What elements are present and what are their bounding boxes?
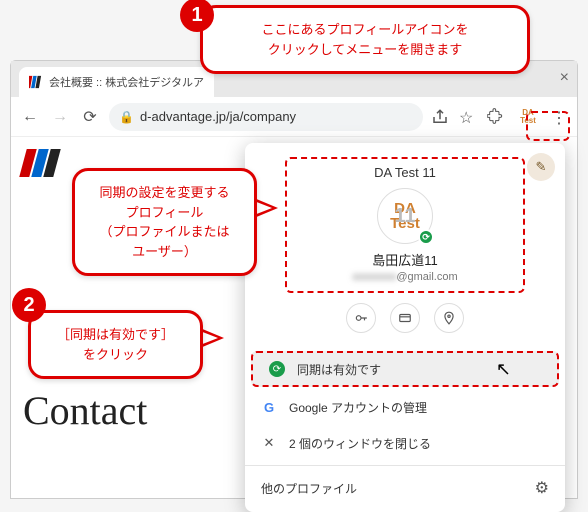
bookmark-star-icon[interactable]: ☆ bbox=[459, 108, 477, 126]
extensions-icon[interactable] bbox=[487, 108, 505, 126]
payments-button[interactable] bbox=[390, 303, 420, 333]
passwords-button[interactable] bbox=[346, 303, 376, 333]
url-input[interactable]: 🔒 d-advantage.jp/ja/company bbox=[109, 103, 423, 131]
forward-button[interactable]: → bbox=[49, 106, 71, 128]
cursor-icon: ↖ bbox=[496, 359, 511, 380]
other-profiles-row: 他のプロファイル ⚙ bbox=[245, 470, 565, 506]
edit-profile-button[interactable]: ✎ bbox=[527, 153, 555, 181]
profile-chip-label: DATest bbox=[520, 109, 536, 125]
url-text: d-advantage.jp/ja/company bbox=[140, 109, 296, 124]
close-x-icon: ✕ bbox=[261, 435, 277, 451]
avatar-overlay-num: 11 bbox=[394, 206, 415, 226]
address-bar: ← → ⟳ 🔒 d-advantage.jp/ja/company ☆ DATe… bbox=[11, 97, 577, 137]
close-windows-row[interactable]: ✕ 2 個のウィンドウを閉じる bbox=[245, 425, 565, 461]
lock-icon: 🔒 bbox=[119, 110, 134, 124]
back-button[interactable]: ← bbox=[19, 106, 41, 128]
callout-sync-row: ［同期は有効です］をクリック bbox=[28, 310, 203, 379]
browser-tab[interactable]: 会社概要 :: 株式会社デジタルア bbox=[19, 67, 214, 97]
sync-status-label: 同期は有効です bbox=[297, 361, 381, 378]
favicon-icon bbox=[29, 75, 43, 89]
profile-email: xxxxxxxx@gmail.com bbox=[291, 271, 519, 283]
step-badge-2: 2 bbox=[12, 288, 46, 322]
addresses-button[interactable] bbox=[434, 303, 464, 333]
tab-title: 会社概要 :: 株式会社デジタルア bbox=[49, 74, 204, 90]
sync-badge-icon: ⟳ bbox=[418, 229, 434, 245]
profile-info-highlight: DA Test 11 DATest 11 ⟳ 島田広道11 xxxxxxxx@g… bbox=[285, 157, 525, 293]
gear-icon[interactable]: ⚙ bbox=[535, 478, 549, 498]
sync-ok-icon: ⟳ bbox=[269, 361, 285, 377]
profile-avatar: DATest 11 ⟳ bbox=[377, 188, 433, 244]
window-close-icon[interactable]: × bbox=[560, 69, 569, 87]
share-icon[interactable] bbox=[431, 108, 449, 126]
reload-button[interactable]: ⟳ bbox=[79, 106, 101, 128]
profile-menu: ✎ DA Test 11 DATest 11 ⟳ 島田広道11 xxxxxxxx… bbox=[245, 143, 565, 512]
callout-profile-icon: ここにあるプロフィールアイコンをクリックしてメニューを開きます bbox=[200, 5, 530, 74]
kebab-menu-icon[interactable]: ⋮ bbox=[551, 108, 569, 126]
menu-separator bbox=[245, 465, 565, 466]
manage-account-label: Google アカウントの管理 bbox=[289, 399, 427, 416]
sync-status-row[interactable]: ⟳ 同期は有効です ↖ bbox=[251, 351, 559, 387]
profile-menu-header: ✎ DA Test 11 DATest 11 ⟳ 島田広道11 xxxxxxxx… bbox=[245, 143, 565, 349]
profile-button[interactable]: DATest bbox=[515, 106, 541, 128]
browser-window: 会社概要 :: 株式会社デジタルア × ← → ⟳ 🔒 d-advantage.… bbox=[10, 60, 578, 499]
callout-profile-section: 同期の設定を変更するプロフィール（プロファイルまたはユーザー） bbox=[72, 168, 257, 276]
profile-quick-actions bbox=[255, 303, 555, 333]
other-profiles-label: 他のプロファイル bbox=[261, 480, 357, 497]
callout-tail bbox=[200, 328, 224, 348]
profile-username: 島田広道11 bbox=[291, 250, 519, 269]
close-windows-label: 2 個のウィンドウを閉じる bbox=[289, 435, 431, 452]
profile-name: DA Test 11 bbox=[291, 165, 519, 180]
google-g-icon: G bbox=[261, 399, 277, 415]
email-domain: @gmail.com bbox=[396, 271, 457, 283]
email-local-blurred: xxxxxxxx bbox=[352, 271, 396, 283]
callout-tail bbox=[254, 198, 278, 218]
manage-account-row[interactable]: G Google アカウントの管理 bbox=[245, 389, 565, 425]
